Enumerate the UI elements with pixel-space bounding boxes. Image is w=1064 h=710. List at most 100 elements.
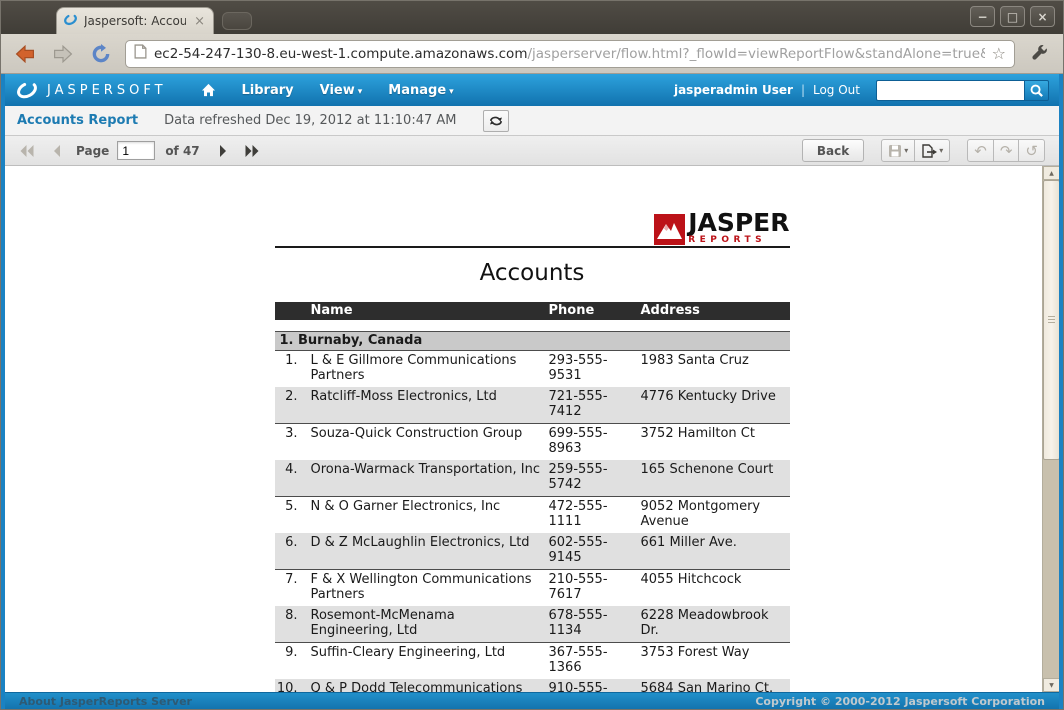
table-row: 8. Rosemont-McMenama Engineering, Ltd 678-… [274, 606, 790, 643]
report-heading: Accounts [479, 260, 585, 286]
cell-address: 3753 Forest Way [640, 645, 750, 660]
browser-window: Jaspersoft: Accounts Re × − □ × ec2-54-2… [0, 0, 1064, 710]
tab-close-icon[interactable]: × [192, 15, 207, 28]
chevron-down-icon: ▾ [939, 146, 944, 155]
mountain-logo-icon [654, 214, 686, 245]
titlebar: Jaspersoft: Accounts Re × − □ × [1, 1, 1063, 34]
save-report-button[interactable]: ▾ [881, 139, 916, 162]
cell-number: 3. [285, 426, 298, 441]
revert-icon: ↺ [1025, 141, 1038, 160]
home-icon [201, 83, 215, 97]
bookmark-star-icon[interactable]: ☆ [992, 44, 1006, 63]
table-row: 2. Ratcliff-Moss Electronics, Ltd 721-555-… [274, 387, 790, 424]
brand-name: JASPERSOFT [47, 82, 167, 98]
scroll-up-icon[interactable]: ▲ [1043, 166, 1059, 180]
cell-number: 1. [285, 353, 298, 368]
cell-name: N & O Garner Electronics, Inc [310, 499, 501, 514]
group-header: 1. Burnaby, Canada [274, 331, 790, 351]
search-button[interactable] [1024, 79, 1049, 101]
cell-address: 4776 Kentucky Drive [640, 389, 776, 404]
table-row: 1. L & E Gillmore Communications Partners… [275, 351, 790, 387]
menu-item-library[interactable]: Library [242, 83, 294, 98]
url-bar[interactable]: ec2-54-247-130-8.eu-west-1.compute.amazo… [125, 39, 1015, 68]
window-close-button[interactable]: × [1030, 6, 1055, 27]
scrollbar-grip [1048, 316, 1055, 323]
page-icon [134, 44, 147, 63]
export-icon [922, 143, 938, 158]
chevron-down-icon: ▾ [904, 146, 909, 155]
report-table: 1. Burnaby, Canada 1. L & E Gillmore Commu… [274, 331, 790, 692]
jaspersoft-logo[interactable]: JASPERSOFT [15, 80, 167, 100]
cell-phone: 721-555-7412 [548, 389, 608, 419]
table-row: 5. N & O Garner Electronics, Inc 472-555-1… [275, 497, 790, 533]
wrench-menu-icon[interactable] [1025, 40, 1053, 68]
cell-address: 165 Schenone Court [640, 462, 774, 477]
cell-address: 3752 Hamilton Ct [640, 426, 755, 441]
scrollbar-thumb[interactable] [1043, 180, 1059, 460]
cell-number: 9. [285, 645, 298, 660]
redo-button[interactable]: ↷ [992, 139, 1020, 162]
cell-address: 9052 Montgomery Avenue [640, 499, 761, 529]
jaspersoft-swirl-icon [17, 81, 37, 99]
back-nav-icon[interactable] [11, 40, 39, 68]
undo-all-button[interactable]: ↺ [1018, 139, 1045, 162]
last-page-icon[interactable] [244, 144, 261, 158]
menu-item-view[interactable]: View ▾ [320, 83, 363, 98]
report-name-link[interactable]: Accounts Report [17, 113, 138, 128]
jaspersoft-favicon-icon [63, 12, 78, 31]
report-viewer: JASPER REPORTS Accounts Name Phone Addre… [5, 166, 1059, 692]
next-page-icon[interactable] [218, 144, 230, 158]
data-refreshed-text: Data refreshed Dec 19, 2012 at 11:10:47 … [164, 113, 457, 128]
cell-phone: 210-555-7617 [548, 572, 608, 602]
cell-name: Ratcliff-Moss Electronics, Ltd [310, 389, 497, 404]
report-logo-row: JASPER REPORTS [274, 210, 790, 248]
search-input[interactable] [876, 79, 1024, 101]
cell-address: 4055 Hitchcock [640, 572, 742, 587]
redo-icon: ↷ [999, 141, 1013, 160]
browser-toolbar: ec2-54-247-130-8.eu-west-1.compute.amazo… [1, 34, 1063, 74]
scroll-down-icon[interactable]: ▼ [1043, 678, 1059, 692]
url-path: /jasperserver/flow.html?_flowId=viewRepo… [527, 45, 985, 62]
cell-phone: 699-555-8963 [548, 426, 608, 456]
cell-number: 6. [285, 535, 298, 550]
reload-icon[interactable] [87, 40, 115, 68]
forward-nav-icon[interactable] [49, 40, 77, 68]
browser-tab[interactable]: Jaspersoft: Accounts Re × [56, 7, 214, 34]
undo-icon: ↶ [974, 141, 987, 160]
cell-address: 1983 Santa Cruz [640, 353, 749, 368]
about-link[interactable]: About JasperReports Server [19, 695, 192, 708]
menu-item-manage[interactable]: Manage ▾ [388, 83, 453, 98]
jasperserver-page: JASPERSOFT Library View ▾ Manage ▾ jaspera… [1, 74, 1063, 709]
refresh-icon [489, 116, 502, 125]
page-footer: About JasperReports Server Copyright © 2… [5, 692, 1059, 709]
header-cell-phone: Phone [548, 303, 595, 318]
cell-phone: 678-555-1134 [548, 608, 608, 638]
cell-name: L & E Gillmore Communications Partners [310, 353, 517, 383]
previous-page-icon[interactable] [50, 144, 62, 158]
url-host: ec2-54-247-130-8.eu-west-1.compute.amazo… [154, 45, 528, 62]
separator: | [800, 83, 805, 97]
url-text: ec2-54-247-130-8.eu-west-1.compute.amazo… [154, 46, 985, 62]
export-report-button[interactable]: ▾ [914, 139, 951, 162]
menu-label: Library [241, 82, 294, 98]
table-row: 10. Q & P Dodd Telecommunications Company… [274, 679, 790, 692]
logout-link[interactable]: Log Out [813, 83, 860, 97]
window-minimize-button[interactable]: − [970, 6, 995, 27]
back-button[interactable]: Back [801, 139, 865, 162]
undo-button[interactable]: ↶ [967, 139, 994, 162]
window-maximize-button[interactable]: □ [1000, 6, 1025, 27]
jasperreports-logo: JASPER REPORTS [654, 210, 790, 245]
refresh-report-button[interactable] [482, 109, 509, 132]
home-menu-item[interactable] [201, 83, 216, 97]
menu-label: Manage [388, 82, 447, 98]
save-icon [889, 144, 902, 157]
cell-number: 8. [285, 608, 298, 623]
first-page-icon[interactable] [19, 144, 36, 158]
vertical-scrollbar[interactable]: ▲ ▼ [1042, 166, 1059, 692]
new-tab-button[interactable] [222, 12, 252, 30]
cell-name: Rosemont-McMenama Engineering, Ltd [310, 608, 455, 638]
logged-in-user: jasperadmin User [673, 83, 793, 97]
page-number-input[interactable] [117, 141, 156, 160]
cell-phone: 259-555-5742 [548, 462, 608, 492]
header-cell-name: Name [310, 303, 353, 318]
